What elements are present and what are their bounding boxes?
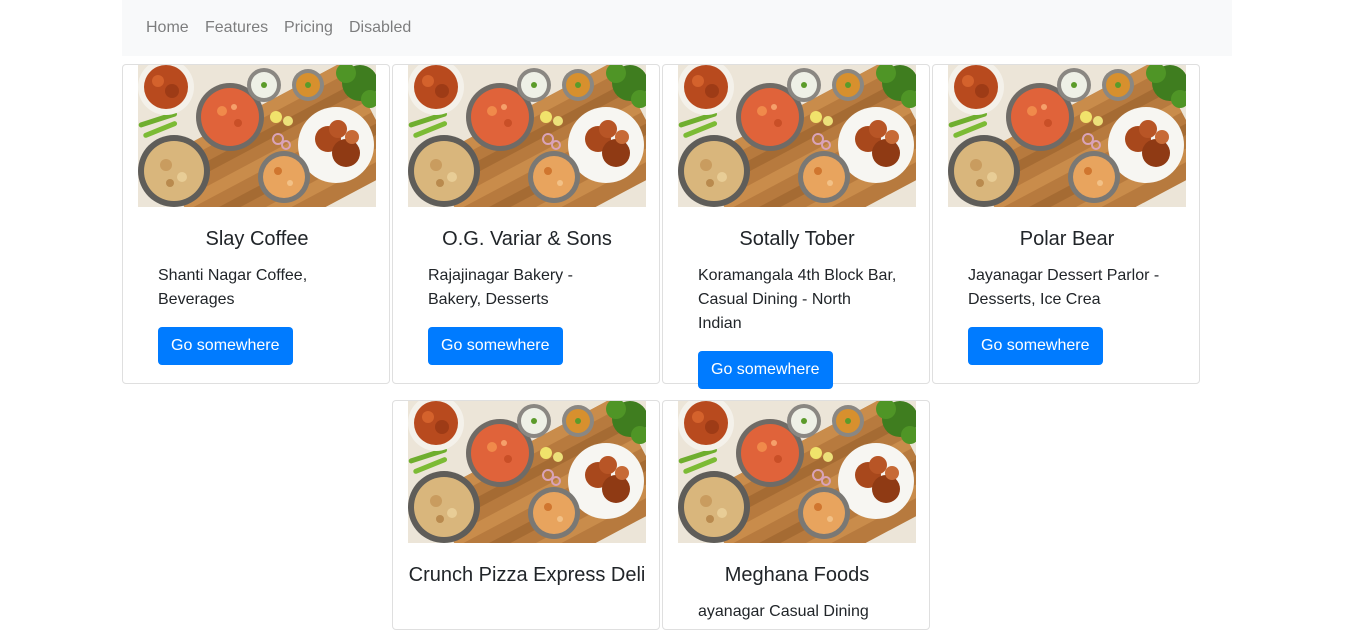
go-somewhere-button[interactable]: Go somewhere bbox=[158, 327, 293, 365]
card-title: Meghana Foods bbox=[724, 564, 870, 586]
card-title: Slay Coffee bbox=[205, 228, 309, 250]
card-title: Sotally Tober bbox=[739, 228, 855, 250]
go-somewhere-button[interactable]: Go somewhere bbox=[428, 327, 563, 365]
card-text: Rajajinagar Bakery - Bakery, Desserts bbox=[428, 267, 573, 308]
nav-link-features[interactable]: Features bbox=[205, 0, 268, 56]
food-image bbox=[138, 65, 376, 207]
restaurant-card: Meghana Foods ayanagar Casual Dining bbox=[662, 400, 930, 630]
card-title: Polar Bear bbox=[1019, 228, 1115, 250]
restaurant-card: O.G. Variar & Sons Rajajinagar Bakery - … bbox=[392, 64, 660, 384]
card-text: Shanti Nagar Coffee, Beverages bbox=[158, 267, 308, 308]
card-title: O.G. Variar & Sons bbox=[442, 228, 612, 250]
card-text: ayanagar Casual Dining bbox=[698, 603, 869, 620]
restaurant-card: Polar Bear Jayanagar Dessert Parlor - De… bbox=[932, 64, 1200, 384]
restaurant-card: Crunch Pizza Express Deli bbox=[392, 400, 660, 630]
restaurant-card: Slay Coffee Shanti Nagar Coffee, Beverag… bbox=[122, 64, 390, 384]
food-image bbox=[948, 65, 1186, 207]
food-image bbox=[678, 401, 916, 543]
food-image bbox=[678, 65, 916, 207]
food-image bbox=[408, 65, 646, 207]
food-image bbox=[408, 401, 646, 543]
nav-link-home[interactable]: Home bbox=[146, 0, 189, 56]
nav-link-pricing[interactable]: Pricing bbox=[284, 0, 333, 56]
go-somewhere-button[interactable]: Go somewhere bbox=[698, 351, 833, 389]
card-text: Jayanagar Dessert Parlor - Desserts, Ice… bbox=[968, 267, 1160, 308]
go-somewhere-button[interactable]: Go somewhere bbox=[968, 327, 1103, 365]
restaurant-card: Sotally Tober Koramangala 4th Block Bar,… bbox=[662, 64, 930, 389]
navbar: Home Features Pricing Disabled bbox=[122, 0, 1232, 56]
card-title: Crunch Pizza Express Deli bbox=[408, 564, 646, 586]
nav-link-disabled[interactable]: Disabled bbox=[349, 0, 411, 56]
card-text: Koramangala 4th Block Bar, Casual Dining… bbox=[698, 267, 897, 332]
